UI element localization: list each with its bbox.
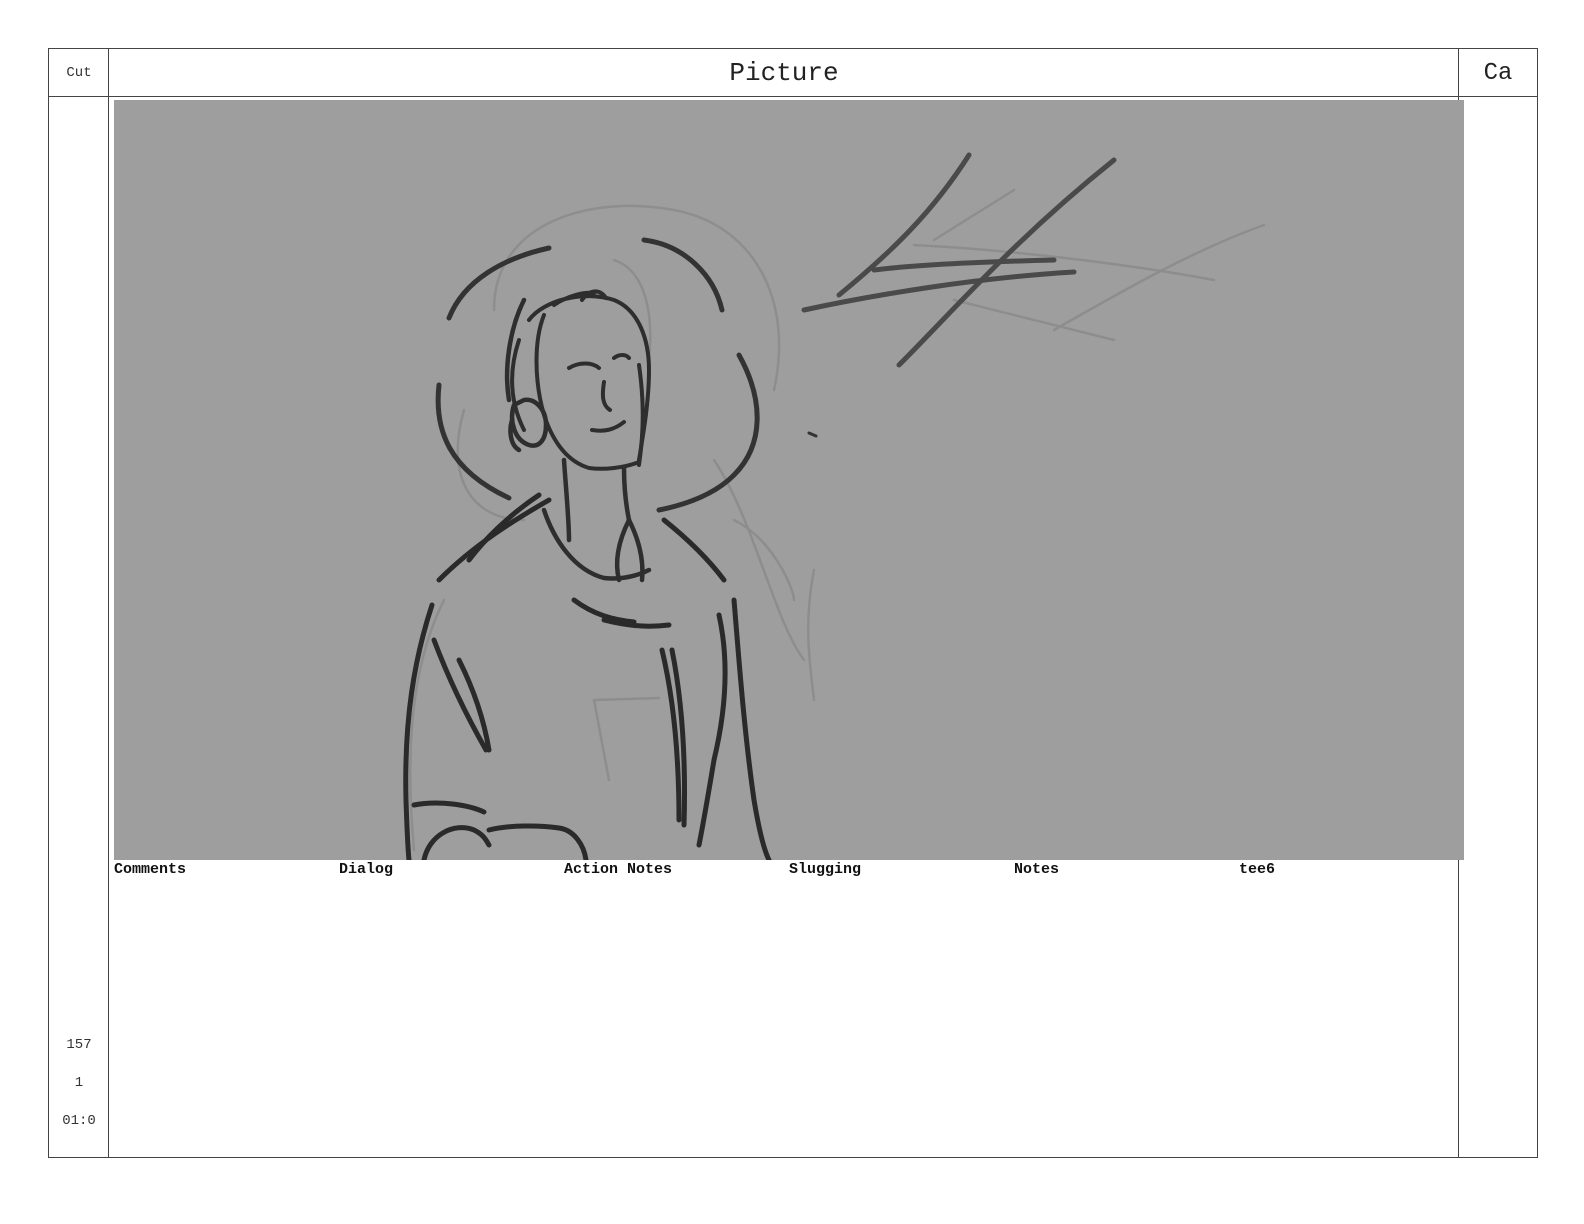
sketch-illustration xyxy=(403,152,1266,860)
custom-field-label: tee6 xyxy=(1239,861,1276,878)
panel-sub-number: 1 xyxy=(74,1075,84,1091)
cut-column-divider xyxy=(108,49,109,1157)
cut-column-header: Cut xyxy=(66,65,92,81)
action-notes-label: Action Notes xyxy=(564,861,673,878)
comments-label: Comments xyxy=(114,861,187,878)
camera-column-header: Ca xyxy=(1483,59,1513,87)
storyboard-sheet: Cut Picture Ca Comments Dialog Action No… xyxy=(48,48,1538,1158)
storyboard-panel-image xyxy=(114,100,1464,860)
slugging-label: Slugging xyxy=(789,861,862,878)
panel-number: 157 xyxy=(66,1037,92,1053)
picture-column-header: Picture xyxy=(729,58,839,88)
dialog-label: Dialog xyxy=(339,861,394,878)
panel-fields: Comments Dialog Action Notes Slugging No… xyxy=(114,861,1464,891)
panel-duration: 01:0 xyxy=(62,1113,96,1129)
notes-label: Notes xyxy=(1014,861,1060,878)
